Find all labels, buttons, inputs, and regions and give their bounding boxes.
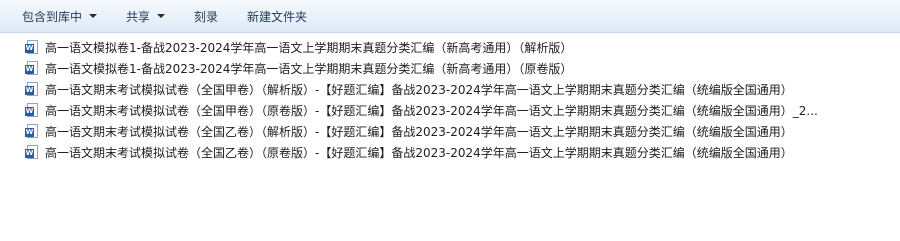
share-button[interactable]: 共享	[126, 0, 166, 33]
new-folder-label: 新建文件夹	[247, 9, 308, 24]
file-name: 高一语文期末考试模拟试卷（全国乙卷）（解析版）-【好题汇编】备战2023-202…	[45, 125, 793, 139]
file-list-pane: W 高一语文模拟卷1-备战2023-2024学年高一语文上学期期末真题分类汇编（…	[0, 33, 900, 241]
burn-button[interactable]: 刻录	[194, 0, 218, 33]
list-item[interactable]: W 高一语文期末考试模拟试卷（全国乙卷）（解析版）-【好题汇编】备战2023-2…	[25, 121, 818, 142]
file-list: W 高一语文模拟卷1-备战2023-2024学年高一语文上学期期末真题分类汇编（…	[25, 37, 818, 163]
word-doc-icon: W	[25, 124, 38, 139]
file-name: 高一语文模拟卷1-备战2023-2024学年高一语文上学期期末真题分类汇编（新高…	[45, 41, 573, 55]
file-name: 高一语文期末考试模拟试卷（全国乙卷）（原卷版）-【好题汇编】备战2023-202…	[45, 146, 793, 160]
word-doc-icon: W	[25, 103, 38, 118]
chevron-down-icon	[89, 14, 98, 18]
include-in-library-label: 包含到库中	[22, 9, 83, 24]
word-doc-icon: W	[25, 145, 38, 160]
share-label: 共享	[126, 9, 151, 24]
word-doc-icon: W	[25, 82, 38, 97]
list-item[interactable]: W 高一语文模拟卷1-备战2023-2024学年高一语文上学期期末真题分类汇编（…	[25, 37, 818, 58]
chevron-down-icon	[157, 14, 166, 18]
list-item[interactable]: W 高一语文模拟卷1-备战2023-2024学年高一语文上学期期末真题分类汇编（…	[25, 58, 818, 79]
explorer-toolbar: 包含到库中 共享 刻录 新建文件夹	[0, 0, 900, 33]
new-folder-button[interactable]: 新建文件夹	[247, 0, 307, 33]
file-name: 高一语文期末考试模拟试卷（全国甲卷）（解析版）-【好题汇编】备战2023-202…	[45, 83, 793, 97]
list-item[interactable]: W 高一语文期末考试模拟试卷（全国乙卷）（原卷版）-【好题汇编】备战2023-2…	[25, 142, 818, 163]
list-item[interactable]: W 高一语文期末考试模拟试卷（全国甲卷）（原卷版）-【好题汇编】备战2023-2…	[25, 100, 818, 121]
file-name: 高一语文模拟卷1-备战2023-2024学年高一语文上学期期末真题分类汇编（新高…	[45, 62, 573, 76]
include-in-library-button[interactable]: 包含到库中	[22, 0, 98, 33]
file-name: 高一语文期末考试模拟试卷（全国甲卷）（原卷版）-【好题汇编】备战2023-202…	[45, 104, 818, 118]
word-doc-icon: W	[25, 40, 38, 55]
burn-label: 刻录	[194, 9, 219, 24]
word-doc-icon: W	[25, 61, 38, 76]
list-item[interactable]: W 高一语文期末考试模拟试卷（全国甲卷）（解析版）-【好题汇编】备战2023-2…	[25, 79, 818, 100]
